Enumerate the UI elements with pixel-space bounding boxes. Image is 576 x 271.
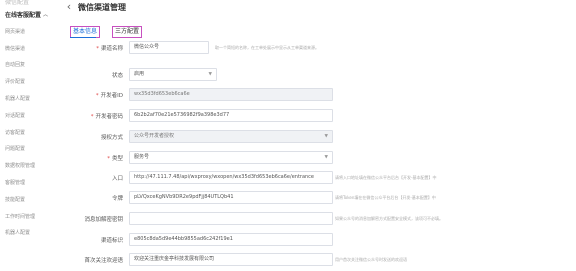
auth-method-select: 公众号开发者授权 ▼ [129,130,333,143]
form-row-status: 状态 启用 ▼ [0,68,576,83]
form-row-channel-name: * 渠道名称 微信公众号 取一个简短的名称，在工单处展示中显示从工单渠道来源。 [0,41,576,56]
form-row-aes-key: 消息加解密密钥 如果公众号的消息加解密方式配置安全模式，该项可不必填。 [0,212,576,227]
page-title: 微信渠道管理 [78,2,126,12]
status-value: 启用 [134,71,145,77]
aes-key-label: 消息加解密密钥 [84,217,123,223]
entry-label: 入口 [111,176,123,182]
developer-id-label: * 开发者ID [95,93,123,99]
entry-hint: 请将入口地址填在微信公众平台后台【开发-基本配置】中 [335,175,437,180]
welcome-input[interactable]: 欢迎关注重庆金亭科技发展有限公司 [129,253,333,266]
channel-name-input[interactable]: 微信公众号 [129,41,209,54]
status-label: 状态 [111,73,123,79]
chevron-down-icon: ▼ [324,134,328,139]
channel-tag-input[interactable]: e805c8da5d9e44bb9855ad6c242f19e1 [129,233,333,246]
form-row-developer-id: * 开发者ID wx35d3fd653eb6ca6e [0,88,576,103]
form-row-type: * 类型 服务号 ▼ [0,151,576,166]
developer-secret-label: * 开发者密码 [90,114,123,120]
auth-method-label: 授权方式 [100,135,123,141]
type-value: 服务号 [134,154,150,160]
status-select[interactable]: 启用 ▼ [129,68,217,81]
form-row-token: 令牌 pLVQxceKgNVb9DR2e9pdFjj84UTLQb41 请将To… [0,191,576,206]
aes-key-hint: 如果公众号的消息加解密方式配置安全模式，该项可不必填。 [335,216,443,221]
chevron-down-icon: ▼ [208,72,212,77]
type-label: * 类型 [107,156,123,162]
auth-method-value: 公众号开发者授权 [134,133,175,139]
channel-name-hint: 取一个简短的名称，在工单处展示中显示从工单渠道来源。 [215,45,319,50]
aes-key-input[interactable] [129,212,333,225]
tab-third-party-config[interactable]: 三方配置 [112,26,143,38]
form-row-developer-secret: * 开发者密码 6b2b2af70e21e5736982f9a398e3d77 [0,109,576,124]
form-row-channel-tag: 渠道标识 e805c8da5d9e44bb9855ad6c242f19e1 [0,233,576,248]
chevron-down-icon: ▼ [324,155,328,160]
chevron-up-icon: ︿ [43,12,49,18]
sidebar-group-label: 在线客服配置 [5,12,42,19]
page-header: ‹ 微信渠道管理 [64,0,126,14]
sidebar-item-web-channel[interactable]: 网页渠道 [0,23,54,40]
back-arrow-icon[interactable]: ‹ [64,1,74,12]
entry-input[interactable]: http://47.111.7.48/api/wxproxy/wxopen/wx… [129,171,333,184]
form-row-auth-method: 授权方式 公众号开发者授权 ▼ [0,130,576,145]
token-input[interactable]: pLVQxceKgNVb9DR2e9pdFjj84UTLQb41 [129,191,333,204]
channel-tag-label: 渠道标识 [100,238,123,244]
form-row-entry: 入口 http://47.111.7.48/api/wxproxy/wxopen… [0,171,576,186]
token-label: 令牌 [111,196,123,202]
developer-secret-input[interactable]: 6b2b2af70e21e5736982f9a398e3d77 [129,109,333,122]
developer-id-input: wx35d3fd653eb6ca6e [129,88,333,101]
token-hint: 请将Token填在在微信公众平台后台【开发-基本配置】中 [335,195,436,200]
sidebar-group-online-service[interactable]: 在线客服配置 ︿ [0,6,54,23]
app-window: 微信配置 在线客服配置 ︿ 网页渠道 微信渠道 自动回复 评价配置 机器人配置 … [0,0,576,271]
form-row-welcome: 首次关注欢迎语 欢迎关注重庆金亭科技发展有限公司 用户首次关注微信公众号时发送的… [0,253,576,268]
type-select[interactable]: 服务号 ▼ [129,151,333,164]
channel-name-label: * 渠道名称 [96,46,123,52]
welcome-hint: 用户首次关注微信公众号时发送的欢迎语 [335,257,407,262]
welcome-label: 首次关注欢迎语 [84,258,123,264]
active-tab-indicator [70,37,96,38]
